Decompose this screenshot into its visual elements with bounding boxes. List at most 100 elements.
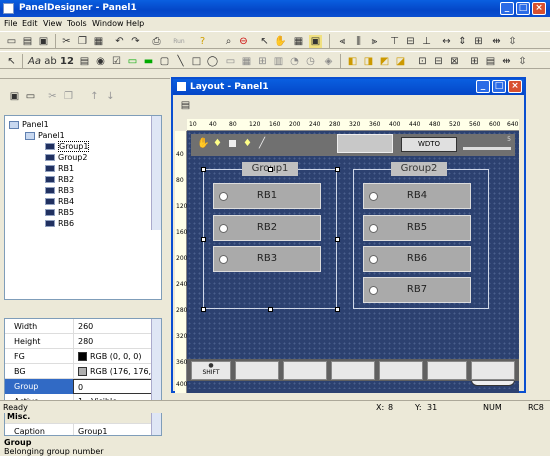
layout-close-button[interactable]: × bbox=[508, 80, 522, 93]
prop-width[interactable]: Width 260 bbox=[5, 319, 155, 334]
hand-icon[interactable]: ✋ bbox=[274, 35, 287, 48]
gauge-tool-icon[interactable]: ◔ bbox=[288, 55, 301, 68]
maximize-button[interactable]: □ bbox=[516, 2, 530, 15]
align-top-icon[interactable]: ⊤ bbox=[388, 35, 401, 48]
radio-button-rb7[interactable]: RB7 bbox=[363, 277, 471, 303]
align-left-icon[interactable]: ⫷ bbox=[336, 35, 349, 48]
selection-handle[interactable] bbox=[201, 167, 206, 172]
same-width-icon[interactable]: ↔ bbox=[440, 35, 453, 48]
minimize-button[interactable]: _ bbox=[500, 2, 514, 15]
new-icon[interactable]: ▭ bbox=[5, 35, 18, 48]
prop-group[interactable]: Group 0 bbox=[5, 379, 155, 394]
function-button[interactable] bbox=[471, 361, 515, 380]
select-tool-icon[interactable]: ↖ bbox=[5, 55, 18, 68]
tree-item-rb1[interactable]: RB1 bbox=[45, 164, 74, 175]
snap-icon[interactable]: ▣ bbox=[309, 35, 322, 48]
bar-tool-icon[interactable]: ▥ bbox=[272, 55, 285, 68]
zoom-out-icon[interactable]: ⊖ bbox=[237, 35, 250, 48]
timer-tool-icon[interactable]: ◷ bbox=[304, 55, 317, 68]
paste-icon[interactable]: ▦ bbox=[92, 35, 105, 48]
list-tool-icon[interactable]: ▤ bbox=[78, 55, 91, 68]
pointer-icon[interactable]: ↖ bbox=[258, 35, 271, 48]
layout-doc-icon[interactable]: ▤ bbox=[179, 99, 192, 112]
close-button[interactable]: × bbox=[532, 2, 546, 15]
zoom-icon[interactable]: ⌕ bbox=[222, 35, 235, 48]
menu-window[interactable]: Window bbox=[92, 19, 124, 28]
undo-icon[interactable]: ↶ bbox=[113, 35, 126, 48]
copy-icon[interactable]: ❐ bbox=[76, 35, 89, 48]
selection-handle[interactable] bbox=[201, 237, 206, 242]
menu-edit[interactable]: Edit bbox=[22, 19, 38, 28]
lock-icon[interactable]: ⊠ bbox=[448, 55, 461, 68]
graph-tool-icon[interactable]: ⊞ bbox=[256, 55, 269, 68]
selection-handle[interactable] bbox=[268, 307, 273, 312]
3d-tool-icon[interactable]: ◈ bbox=[322, 55, 335, 68]
send-back-icon[interactable]: ◨ bbox=[362, 55, 375, 68]
order-icon[interactable]: ⊞ bbox=[468, 55, 481, 68]
table-tool-icon[interactable]: ▦ bbox=[240, 55, 253, 68]
radio-tool-icon[interactable]: ◉ bbox=[94, 55, 107, 68]
ellipse-tool-icon[interactable]: ◯ bbox=[206, 55, 219, 68]
tree-scrollbar[interactable] bbox=[151, 116, 161, 230]
props-scrollbar[interactable] bbox=[151, 319, 161, 435]
bring-front-icon[interactable]: ◧ bbox=[346, 55, 359, 68]
frame-tool-icon[interactable]: ▢ bbox=[158, 55, 171, 68]
tree-item-rb5[interactable]: RB5 bbox=[45, 208, 74, 219]
menu-help[interactable]: Help bbox=[126, 19, 144, 28]
align-center-icon[interactable]: ⫼ bbox=[352, 35, 365, 48]
space-v-icon[interactable]: ⇳ bbox=[506, 35, 519, 48]
radio-button-rb3[interactable]: RB3 bbox=[213, 246, 321, 272]
label-tool-icon[interactable]: ab bbox=[44, 55, 57, 68]
top-button-blank[interactable] bbox=[337, 134, 393, 153]
move-up-icon[interactable]: ↑ bbox=[88, 90, 101, 103]
ungroup-icon[interactable]: ⊟ bbox=[432, 55, 445, 68]
dist-v-icon[interactable]: ⇳ bbox=[516, 55, 529, 68]
bulb2-widget-icon[interactable]: ♦ bbox=[243, 138, 252, 149]
tree-item-rb2[interactable]: RB2 bbox=[45, 175, 74, 186]
forward-icon[interactable]: ◩ bbox=[378, 55, 391, 68]
text-tool-icon[interactable]: Aa bbox=[28, 55, 41, 68]
layout-maximize-button[interactable]: □ bbox=[492, 80, 506, 93]
selection-handle[interactable] bbox=[335, 167, 340, 172]
backward-icon[interactable]: ◪ bbox=[394, 55, 407, 68]
align-bottom-icon[interactable]: ⊥ bbox=[420, 35, 433, 48]
tree-item-group1[interactable]: Group1 bbox=[45, 141, 90, 153]
tab-order-icon[interactable]: ▤ bbox=[484, 55, 497, 68]
prop-bg[interactable]: BGRGB (176, 176, 176) bbox=[5, 364, 155, 379]
function-button[interactable] bbox=[283, 361, 327, 380]
selection-handle[interactable] bbox=[335, 237, 340, 242]
function-button[interactable] bbox=[235, 361, 279, 380]
menu-tools[interactable]: Tools bbox=[67, 19, 87, 28]
cut-icon[interactable]: ✂ bbox=[60, 35, 73, 48]
radio-button-rb1[interactable]: RB1 bbox=[213, 183, 321, 209]
rounded-button-tool-icon[interactable]: ▬ bbox=[142, 55, 155, 68]
run-button[interactable]: Run bbox=[168, 35, 190, 48]
space-h-icon[interactable]: ⇹ bbox=[490, 35, 503, 48]
pen-widget-icon[interactable]: ╱ bbox=[259, 138, 265, 149]
align-right-icon[interactable]: ⫸ bbox=[368, 35, 381, 48]
radio-button-rb6[interactable]: RB6 bbox=[363, 246, 471, 272]
doc-view-icon[interactable]: ▭ bbox=[24, 90, 37, 103]
hand-widget-icon[interactable]: ✋ bbox=[197, 138, 209, 149]
print-icon[interactable]: ⎙ bbox=[150, 35, 163, 48]
image-tool-icon[interactable]: ▭ bbox=[224, 55, 237, 68]
cut-node-icon[interactable]: ✂ bbox=[46, 90, 59, 103]
radio-button-rb5[interactable]: RB5 bbox=[363, 215, 471, 241]
copy-node-icon[interactable]: ❐ bbox=[62, 90, 75, 103]
save-icon[interactable]: ▣ bbox=[37, 35, 50, 48]
same-height-icon[interactable]: ⇕ bbox=[456, 35, 469, 48]
rect-tool-icon[interactable]: □ bbox=[190, 55, 203, 68]
square-widget-icon[interactable] bbox=[229, 140, 236, 147]
check-tool-icon[interactable]: ☑ bbox=[110, 55, 123, 68]
shift-button[interactable]: ● SHIFT bbox=[191, 361, 231, 380]
tree-item-group2[interactable]: Group2 bbox=[45, 153, 87, 164]
prop-height[interactable]: Height 280 bbox=[5, 334, 155, 349]
number-tool-icon[interactable]: 12 bbox=[60, 55, 74, 68]
bulb-widget-icon[interactable]: ♦ bbox=[213, 138, 222, 149]
function-button[interactable] bbox=[379, 361, 423, 380]
selection-handle[interactable] bbox=[268, 167, 273, 172]
tree-item-rb4[interactable]: RB4 bbox=[45, 197, 74, 208]
dist-h-icon[interactable]: ⇹ bbox=[500, 55, 513, 68]
radio-button-rb2[interactable]: RB2 bbox=[213, 215, 321, 241]
align-middle-icon[interactable]: ⊟ bbox=[404, 35, 417, 48]
